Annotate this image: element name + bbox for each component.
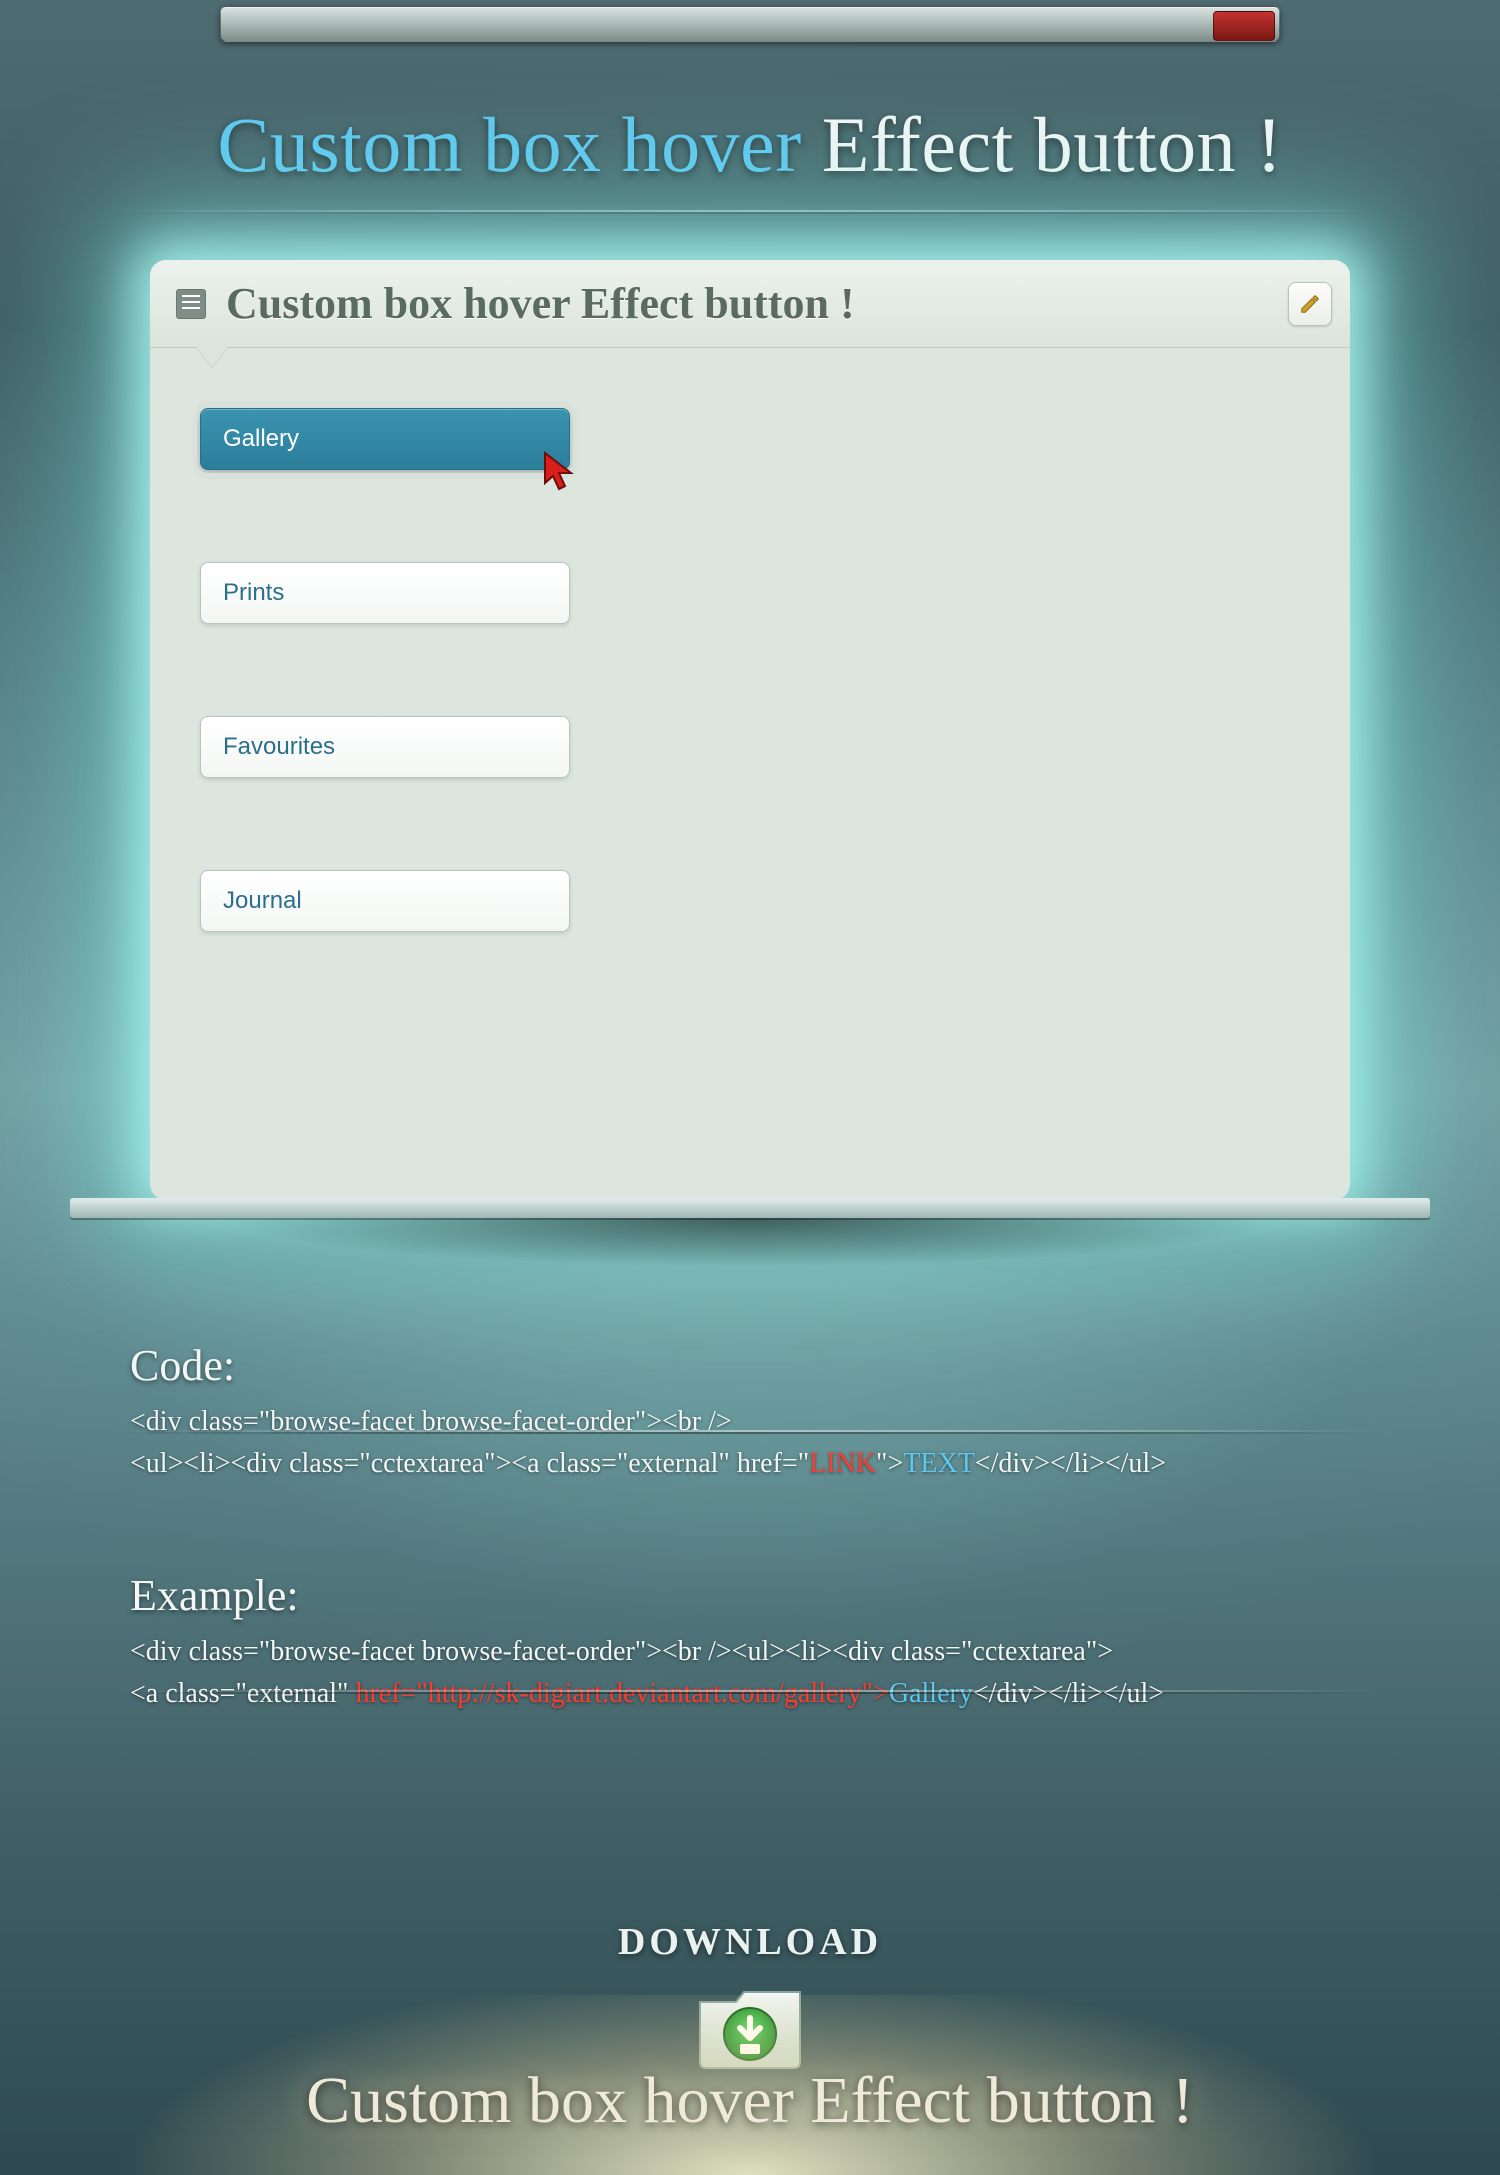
cursor-icon xyxy=(541,451,581,495)
prints-button[interactable]: Prints xyxy=(200,562,570,624)
gallery-button[interactable]: Gallery xyxy=(200,408,570,470)
button-label: Prints xyxy=(223,579,284,607)
button-label: Favourites xyxy=(223,733,335,761)
speech-arrow-icon xyxy=(196,347,228,367)
page-title: Custom box hover Effect button ! xyxy=(0,100,1500,190)
divider xyxy=(120,210,1380,212)
window-titlebar xyxy=(220,6,1280,42)
folder-download-icon xyxy=(690,1978,810,2074)
divider xyxy=(120,1430,1380,1432)
code-block: Code: <div class="browse-facet browse-fa… xyxy=(130,1340,1370,1485)
shelf xyxy=(70,1198,1430,1258)
button-label: Journal xyxy=(223,887,302,915)
pencil-icon xyxy=(1299,293,1321,315)
panel-heading: Custom box hover Effect button ! xyxy=(226,278,855,329)
panel-body: Gallery Prints Favourites Journal xyxy=(150,348,1350,992)
download-section: DOWNLOAD xyxy=(0,1920,1500,2074)
custom-box-panel: Custom box hover Effect button ! Gallery… xyxy=(150,260,1350,1200)
edit-button[interactable] xyxy=(1288,282,1332,326)
list-icon xyxy=(176,289,206,319)
footer-title: Custom box hover Effect button ! xyxy=(0,2063,1500,2139)
button-label: Gallery xyxy=(223,425,299,453)
example-heading: Example: xyxy=(130,1570,1370,1621)
download-label: DOWNLOAD xyxy=(0,1920,1500,1964)
page-title-part-a: Custom box hover xyxy=(217,101,801,188)
divider xyxy=(120,1690,1380,1692)
journal-button[interactable]: Journal xyxy=(200,870,570,932)
download-button[interactable] xyxy=(690,1978,810,2074)
favourites-button[interactable]: Favourites xyxy=(200,716,570,778)
panel-header: Custom box hover Effect button ! xyxy=(150,260,1350,348)
page-title-part-b: Effect button ! xyxy=(822,101,1283,188)
code-line-2: <ul><li><div class="cctextarea"><a class… xyxy=(130,1443,1370,1485)
example-line-2: <a class="external" href="http://sk-digi… xyxy=(130,1673,1370,1715)
code-heading: Code: xyxy=(130,1340,1370,1391)
code-line-1: <div class="browse-facet browse-facet-or… xyxy=(130,1401,1370,1443)
example-line-1: <div class="browse-facet browse-facet-or… xyxy=(130,1631,1370,1673)
